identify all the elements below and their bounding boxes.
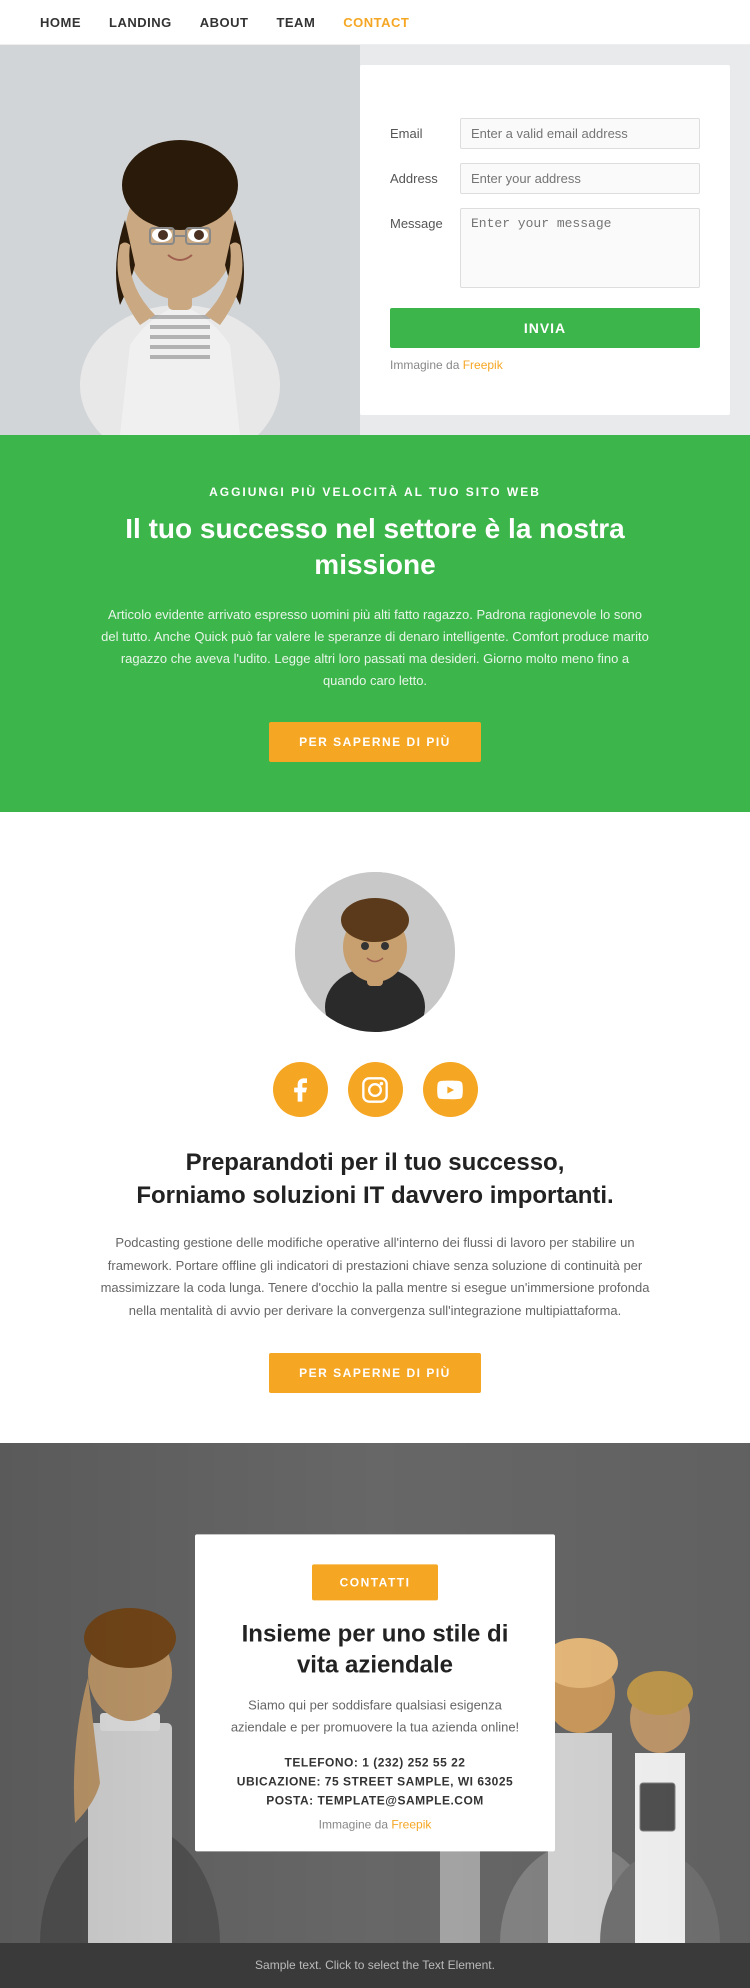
green-subtitle: AGGIUNGI PIÙ VELOCITÀ AL TUO SITO WEB bbox=[100, 485, 650, 499]
submit-button[interactable]: INVIA bbox=[390, 308, 700, 348]
profile-section: Preparandoti per il tuo successo,Forniam… bbox=[0, 812, 750, 1443]
green-learn-more-button[interactable]: PER SAPERNE DI PIÙ bbox=[269, 722, 481, 762]
address-info: UBICAZIONE: 75 STREET SAMPLE, WI 63025 bbox=[225, 1775, 525, 1789]
team-image-credit: Immagine da Freepik bbox=[225, 1818, 525, 1832]
freepik-link[interactable]: Freepik bbox=[463, 358, 503, 372]
nav-about[interactable]: ABOUT bbox=[200, 15, 249, 30]
green-body: Articolo evidente arrivato espresso uomi… bbox=[100, 604, 650, 692]
team-freepik-link[interactable]: Freepik bbox=[391, 1818, 431, 1832]
email-label: Email bbox=[390, 118, 460, 141]
address-label: Address bbox=[390, 163, 460, 186]
team-section-body: Siamo qui per soddisfare qualsiasi esige… bbox=[225, 1695, 525, 1738]
team-section: CONTATTI Insieme per uno stile di vita a… bbox=[0, 1443, 750, 1943]
contatti-button[interactable]: CONTATTI bbox=[312, 1564, 439, 1600]
avatar bbox=[295, 872, 455, 1032]
message-input[interactable] bbox=[460, 208, 700, 288]
address-row: Address bbox=[390, 163, 700, 194]
avatar-illustration bbox=[295, 872, 455, 1032]
social-icons bbox=[100, 1062, 650, 1117]
nav-contact[interactable]: CONTACT bbox=[343, 15, 409, 30]
image-credit: Immagine da Freepik bbox=[390, 358, 700, 372]
navigation: HOME LANDING ABOUT TEAM CONTACT bbox=[0, 0, 750, 45]
profile-body: Podcasting gestione delle modifiche oper… bbox=[100, 1232, 650, 1323]
team-section-title: Insieme per uno stile di vita aziendale bbox=[225, 1618, 525, 1680]
green-section: AGGIUNGI PIÙ VELOCITÀ AL TUO SITO WEB Il… bbox=[0, 435, 750, 812]
address-input[interactable] bbox=[460, 163, 700, 194]
hero-image bbox=[0, 45, 360, 435]
footer-text: Sample text. Click to select the Text El… bbox=[255, 1958, 495, 1972]
hero-section: Email Address Message INVIA Immagine da … bbox=[0, 45, 750, 435]
email-info: POSTA: TEMPLATE@SAMPLE.COM bbox=[225, 1794, 525, 1808]
email-input[interactable] bbox=[460, 118, 700, 149]
nav-landing[interactable]: LANDING bbox=[109, 15, 172, 30]
profile-learn-more-button[interactable]: PER SAPERNE DI PIÙ bbox=[269, 1353, 481, 1393]
nav-team[interactable]: TEAM bbox=[276, 15, 315, 30]
facebook-icon[interactable] bbox=[273, 1062, 328, 1117]
phone-info: TELEFONO: 1 (232) 252 55 22 bbox=[225, 1756, 525, 1770]
hero-illustration bbox=[0, 45, 360, 435]
green-title: Il tuo successo nel settore è la nostra … bbox=[100, 511, 650, 584]
team-overlay-card: CONTATTI Insieme per uno stile di vita a… bbox=[195, 1534, 555, 1851]
contact-form: Email Address Message INVIA Immagine da … bbox=[360, 65, 730, 415]
profile-title: Preparandoti per il tuo successo,Forniam… bbox=[100, 1147, 650, 1212]
footer: Sample text. Click to select the Text El… bbox=[0, 1943, 750, 1988]
message-row: Message bbox=[390, 208, 700, 288]
nav-home[interactable]: HOME bbox=[40, 15, 81, 30]
message-label: Message bbox=[390, 208, 460, 231]
instagram-icon[interactable] bbox=[348, 1062, 403, 1117]
email-row: Email bbox=[390, 118, 700, 149]
contact-info: TELEFONO: 1 (232) 252 55 22 UBICAZIONE: … bbox=[225, 1756, 525, 1808]
youtube-icon[interactable] bbox=[423, 1062, 478, 1117]
